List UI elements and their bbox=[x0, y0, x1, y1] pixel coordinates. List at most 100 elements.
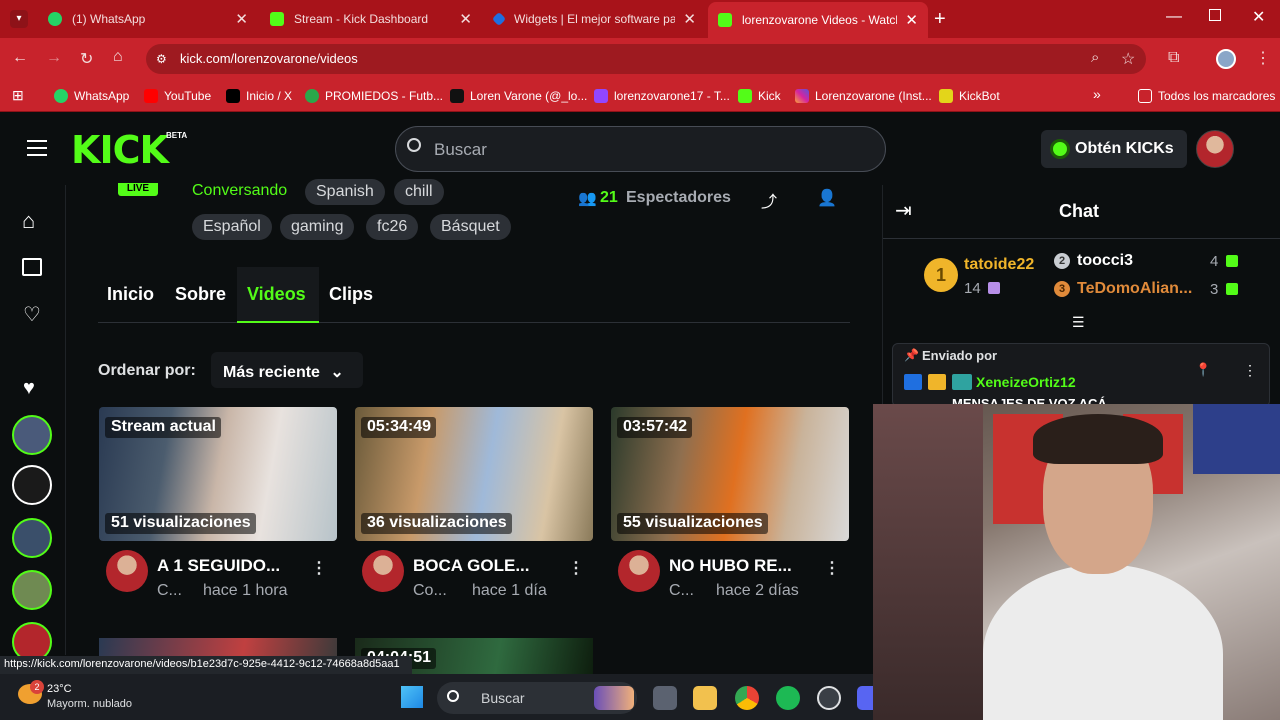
tab-inicio[interactable]: Inicio bbox=[107, 284, 154, 305]
obs-icon[interactable] bbox=[817, 686, 841, 710]
minimize-button[interactable]: — bbox=[1166, 8, 1182, 26]
maximize-button[interactable] bbox=[1209, 9, 1221, 21]
window-close-button[interactable]: ✕ bbox=[1252, 7, 1265, 27]
gifter-count: 3 bbox=[1210, 281, 1219, 298]
video-category[interactable]: Co... bbox=[413, 582, 447, 600]
promiedos-icon bbox=[305, 89, 319, 103]
channel-avatar[interactable] bbox=[12, 518, 52, 558]
expand-leaderboard-icon[interactable]: ☰ bbox=[1072, 314, 1085, 331]
new-tab-button[interactable]: + bbox=[934, 8, 946, 31]
hamburger-icon[interactable] bbox=[27, 140, 47, 156]
more-bookmarks-icon[interactable]: » bbox=[1093, 86, 1101, 102]
video-title[interactable]: A 1 SEGUIDO... bbox=[157, 556, 280, 576]
search-input[interactable]: Buscar bbox=[395, 126, 886, 172]
all-bookmarks[interactable]: Todos los marcadores bbox=[1138, 86, 1275, 106]
task-view-icon[interactable] bbox=[653, 686, 677, 710]
forward-icon[interactable]: → bbox=[46, 49, 62, 67]
channel-avatar[interactable] bbox=[12, 465, 52, 505]
video-category[interactable]: C... bbox=[669, 582, 694, 600]
video-channel-avatar[interactable] bbox=[362, 550, 404, 592]
tag-basquet[interactable]: Básquet bbox=[430, 214, 511, 240]
discord-icon[interactable] bbox=[857, 686, 873, 710]
pinned-username[interactable]: XeneizeOrtiz12 bbox=[976, 374, 1076, 390]
channel-avatar[interactable] bbox=[12, 570, 52, 610]
tag-chill[interactable]: chill bbox=[394, 179, 444, 205]
chevron-down-icon: ⌄ bbox=[330, 364, 344, 381]
tabs-divider bbox=[98, 322, 850, 323]
bookmark-promiedos[interactable]: PROMIEDOS - Futb... bbox=[305, 86, 443, 106]
more-options-icon[interactable]: ⋮ bbox=[824, 558, 840, 578]
home-icon[interactable]: ⌂ bbox=[22, 208, 35, 234]
bookmark-twitch[interactable]: lorenzovarone17 - T... bbox=[594, 86, 730, 106]
file-explorer-icon[interactable] bbox=[693, 686, 717, 710]
menu-icon[interactable]: ⋮ bbox=[1255, 48, 1271, 68]
gifter-name[interactable]: TeDomoAlian... bbox=[1077, 280, 1192, 298]
bookmark-kick[interactable]: Kick bbox=[738, 86, 781, 106]
tab-kick-videos[interactable]: lorenzovarone Videos - Watch ✕ bbox=[708, 2, 928, 38]
video-channel-avatar[interactable] bbox=[106, 550, 148, 592]
video-thumbnail[interactable]: 05:34:49 36 visualizaciones bbox=[355, 407, 593, 541]
more-options-icon[interactable]: ⋮ bbox=[568, 558, 584, 578]
site-settings-icon[interactable]: ⚙ bbox=[156, 52, 167, 66]
zoom-icon[interactable]: ⌕ bbox=[1091, 49, 1099, 66]
add-user-icon[interactable]: 👤 bbox=[817, 188, 837, 208]
tab-sobre[interactable]: Sobre bbox=[175, 284, 226, 305]
kick-logo[interactable]: KICK bbox=[71, 128, 169, 172]
share-icon[interactable]: ⤴ bbox=[761, 188, 777, 212]
tag-espanol[interactable]: Español bbox=[192, 214, 272, 240]
spotify-icon[interactable] bbox=[776, 686, 800, 710]
video-title[interactable]: BOCA GOLE... bbox=[413, 556, 530, 576]
close-icon[interactable]: ✕ bbox=[905, 11, 918, 29]
home-icon[interactable]: ⌂ bbox=[113, 48, 123, 66]
bookmark-youtube[interactable]: YouTube bbox=[144, 86, 211, 106]
star-icon[interactable]: ☆ bbox=[1121, 49, 1135, 69]
video-channel-avatar[interactable] bbox=[618, 550, 660, 592]
video-thumbnail[interactable]: 03:57:42 55 visualizaciones bbox=[611, 407, 849, 541]
bookmark-tiktok[interactable]: Loren Varone (@_lo... bbox=[450, 86, 587, 106]
tab-search-icon[interactable]: ▾ bbox=[10, 10, 28, 28]
browse-icon[interactable] bbox=[22, 258, 42, 276]
tab-kick-dashboard[interactable]: Stream - Kick Dashboard ✕ bbox=[260, 4, 482, 34]
chrome-icon[interactable] bbox=[735, 686, 759, 710]
reload-icon[interactable]: ↻ bbox=[80, 49, 93, 69]
tab-widgets[interactable]: Widgets | El mejor software para ✕ bbox=[484, 4, 706, 34]
taskbar-search-label: Buscar bbox=[481, 690, 525, 706]
viewers-icon: 👥 bbox=[578, 190, 597, 207]
apps-icon[interactable]: ⊞ bbox=[12, 87, 24, 104]
collapse-chat-icon[interactable]: ⇥ bbox=[895, 198, 912, 223]
tab-videos[interactable]: Videos bbox=[247, 284, 306, 305]
close-icon[interactable]: ✕ bbox=[459, 10, 472, 28]
tag-gaming[interactable]: gaming bbox=[280, 214, 355, 240]
more-options-icon[interactable]: ⋮ bbox=[1243, 362, 1257, 379]
windows-start-icon[interactable] bbox=[401, 686, 423, 708]
bookmark-label: Loren Varone (@_lo... bbox=[470, 89, 588, 103]
category-link[interactable]: Conversando bbox=[192, 182, 287, 200]
back-icon[interactable]: ← bbox=[12, 49, 28, 67]
tab-clips[interactable]: Clips bbox=[329, 284, 373, 305]
gifter-name[interactable]: toocci3 bbox=[1077, 252, 1133, 270]
close-icon[interactable]: ✕ bbox=[683, 10, 696, 28]
user-avatar[interactable] bbox=[1196, 130, 1234, 168]
bookmark-x[interactable]: Inicio / X bbox=[226, 86, 292, 106]
bookmark-instagram[interactable]: Lorenzovarone (Inst... bbox=[795, 86, 932, 106]
more-options-icon[interactable]: ⋮ bbox=[311, 558, 327, 578]
video-thumbnail[interactable]: Stream actual 51 visualizaciones bbox=[99, 407, 337, 541]
video-category[interactable]: C... bbox=[157, 582, 182, 600]
extensions-icon[interactable]: ⧉ bbox=[1168, 49, 1179, 67]
bookmark-whatsapp[interactable]: WhatsApp bbox=[54, 86, 129, 106]
tag-fc26[interactable]: fc26 bbox=[366, 214, 419, 240]
sort-select[interactable]: Más reciente ⌄ bbox=[211, 352, 363, 388]
webcam-overlay bbox=[873, 404, 1280, 720]
tag-spanish[interactable]: Spanish bbox=[305, 179, 385, 205]
address-input[interactable]: kick.com/lorenzovarone/videos bbox=[146, 44, 1146, 74]
unpin-icon[interactable]: 📍 bbox=[1195, 362, 1211, 378]
status-url-text: https://kick.com/lorenzovarone/videos/b1… bbox=[4, 658, 400, 670]
channel-avatar[interactable] bbox=[12, 415, 52, 455]
profile-avatar[interactable] bbox=[1216, 49, 1236, 69]
tab-whatsapp[interactable]: (1) WhatsApp ✕ bbox=[38, 4, 258, 34]
following-icon[interactable]: ♡ bbox=[23, 302, 41, 327]
gifter-name[interactable]: tatoide22 bbox=[964, 256, 1034, 274]
video-title[interactable]: NO HUBO RE... bbox=[669, 556, 792, 576]
close-icon[interactable]: ✕ bbox=[235, 10, 248, 28]
bookmark-kickbot[interactable]: KickBot bbox=[939, 86, 1000, 106]
